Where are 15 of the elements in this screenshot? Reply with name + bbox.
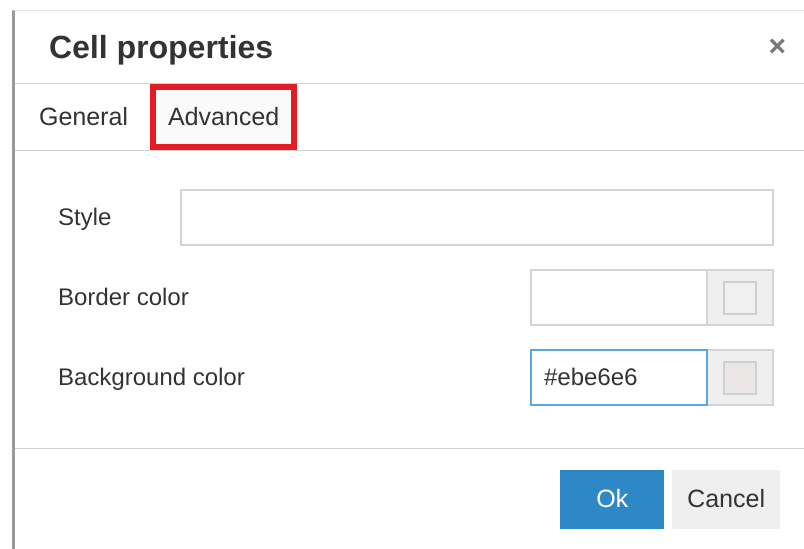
close-button[interactable]: × <box>768 30 786 64</box>
field-label: Style <box>58 204 112 232</box>
cancel-button[interactable]: Cancel <box>672 470 780 529</box>
dialog-title: Cell properties <box>49 28 274 66</box>
field-label: Border color <box>58 284 189 312</box>
color-picker-button[interactable] <box>708 269 774 326</box>
color-field[interactable]: #ebe6e6 <box>530 349 708 406</box>
color-swatch-icon <box>723 280 757 314</box>
color-field[interactable] <box>530 269 708 326</box>
color-picker-button[interactable] <box>708 349 774 406</box>
style-field[interactable] <box>180 189 774 246</box>
field-label: Background color <box>58 364 245 392</box>
tab[interactable]: Advanced <box>150 84 298 150</box>
ok-button[interactable]: Ok <box>560 470 664 529</box>
tab[interactable]: General <box>21 84 146 150</box>
